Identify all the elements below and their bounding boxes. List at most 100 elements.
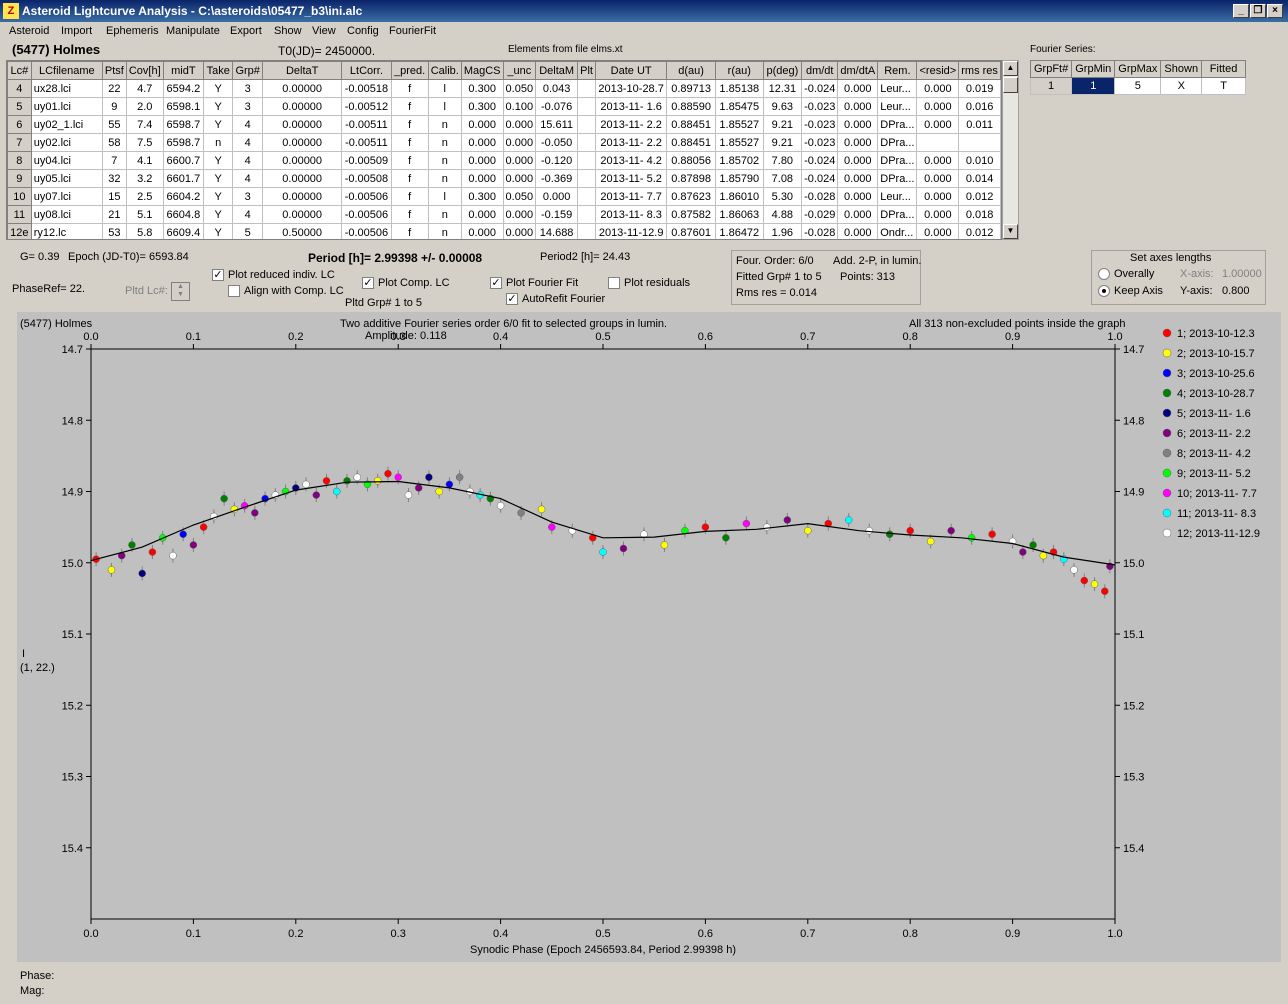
grid-cell[interactable]: 6598.7: [162, 133, 205, 152]
menu-import[interactable]: Import: [61, 25, 92, 37]
menu-config[interactable]: Config: [347, 25, 379, 37]
grid-cell[interactable]: -0.00512: [341, 97, 392, 116]
grid-cell[interactable]: uy05.lci: [30, 169, 103, 188]
grid-cell[interactable]: DPra...: [877, 151, 918, 170]
grid-cell[interactable]: 0.000: [502, 133, 537, 152]
grid-column-header[interactable]: Cov[h]: [125, 61, 164, 80]
grid-cell[interactable]: 0.000: [916, 97, 960, 116]
grid-cell[interactable]: n: [427, 223, 462, 239]
data-point[interactable]: [783, 516, 792, 524]
menu-ephemeris[interactable]: Ephemeris: [106, 25, 159, 37]
grid-cell[interactable]: 15: [101, 187, 127, 206]
y-axis-value[interactable]: 0.800: [1222, 285, 1250, 297]
data-point[interactable]: [804, 526, 812, 535]
grid-cell[interactable]: 5.1: [125, 205, 164, 224]
grid-cell[interactable]: -0.029: [801, 205, 839, 224]
grid-cell[interactable]: -0.00508: [341, 169, 392, 188]
grid-cell[interactable]: n: [427, 115, 462, 134]
data-point[interactable]: [742, 519, 751, 528]
data-point[interactable]: [343, 477, 351, 485]
grid-cell[interactable]: 0.000: [460, 169, 504, 188]
data-point[interactable]: [199, 523, 208, 531]
grid-cell[interactable]: 4.7: [125, 79, 164, 98]
grid-cell[interactable]: 0.000: [837, 187, 879, 206]
plot-residuals-checkbox[interactable]: Plot residuals: [608, 277, 690, 290]
data-point[interactable]: [220, 494, 228, 503]
lightcurve-plot[interactable]: 0.00.00.10.10.20.20.30.30.40.40.50.50.60…: [17, 312, 1281, 962]
grid-cell[interactable]: 0.050: [502, 187, 537, 206]
grid-cell[interactable]: f: [390, 169, 429, 188]
grid-cell[interactable]: -0.159: [535, 205, 579, 224]
grid-cell[interactable]: 1.85527: [714, 133, 764, 152]
grid-cell[interactable]: 2.0: [125, 97, 164, 116]
grid-cell[interactable]: 0.87601: [666, 223, 716, 239]
grid-cell[interactable]: 1.85702: [714, 151, 764, 170]
grid-cell[interactable]: 1.85527: [714, 115, 764, 134]
grid-cell[interactable]: [958, 133, 1001, 152]
grid-cell[interactable]: f: [390, 97, 429, 116]
grid-cell[interactable]: 2013-11- 8.3: [594, 205, 668, 224]
grid-cell[interactable]: 3: [232, 79, 264, 98]
grid-cell[interactable]: 0.87898: [666, 169, 716, 188]
plot-reduced-checkbox[interactable]: ✓ Plot reduced indiv. LC: [212, 269, 335, 282]
grid-cell[interactable]: 6604.2: [162, 187, 205, 206]
table-row[interactable]: 10 uy07.lci 15 2.5 6604.2 Y 3 0.00000 -0.00506 f l…: [7, 187, 1001, 206]
grid-cell[interactable]: uy02_1.lci: [30, 115, 103, 134]
grid-cell[interactable]: 0.000: [837, 97, 879, 116]
grid-cell[interactable]: 32: [101, 169, 127, 188]
grid-cell[interactable]: [577, 205, 596, 224]
fourier-cell-grpmax[interactable]: 5: [1114, 77, 1162, 95]
data-point[interactable]: [1019, 548, 1027, 556]
grid-cell[interactable]: 7: [101, 151, 127, 170]
grid-cell[interactable]: 0.000: [460, 115, 504, 134]
data-point[interactable]: [333, 487, 341, 496]
menu-show[interactable]: Show: [274, 25, 302, 37]
grid-cell[interactable]: 6600.7: [162, 151, 205, 170]
grid-cell[interactable]: -0.00506: [341, 205, 392, 224]
data-point[interactable]: [312, 491, 321, 499]
grid-cell[interactable]: [577, 133, 596, 152]
grid-column-header[interactable]: dm/dt: [801, 61, 839, 80]
grid-cell[interactable]: 0.000: [916, 169, 960, 188]
grid-cell[interactable]: f: [390, 115, 429, 134]
grid-cell[interactable]: 0.000: [916, 205, 960, 224]
grid-cell[interactable]: f: [390, 79, 429, 98]
grid-cell[interactable]: 0.000: [535, 187, 579, 206]
grid-cell[interactable]: 58: [101, 133, 127, 152]
grid-cell[interactable]: 0.88056: [666, 151, 716, 170]
data-point[interactable]: [435, 487, 443, 496]
keep-axis-radio[interactable]: Keep Axis: [1098, 285, 1163, 298]
grid-cell[interactable]: 0.00000: [262, 97, 343, 116]
grid-cell[interactable]: 0.012: [958, 223, 1001, 239]
grid-cell[interactable]: l: [427, 79, 462, 98]
data-point[interactable]: [414, 484, 423, 492]
menu-asteroid[interactable]: Asteroid: [9, 25, 49, 37]
grid-column-header[interactable]: d(au): [666, 61, 716, 80]
grid-cell[interactable]: 7.08: [762, 169, 803, 188]
grid-column-header[interactable]: Ptsf: [101, 61, 127, 80]
grid-cell[interactable]: f: [390, 187, 429, 206]
grid-cell[interactable]: 0.019: [958, 79, 1001, 98]
grid-cell[interactable]: n: [203, 133, 234, 152]
grid-cell[interactable]: 5.30: [762, 187, 803, 206]
data-point[interactable]: [548, 523, 556, 531]
data-point[interactable]: [445, 480, 454, 489]
close-button[interactable]: ×: [1267, 4, 1283, 18]
data-point[interactable]: [1039, 551, 1048, 560]
grid-cell[interactable]: [916, 133, 960, 152]
grid-cell[interactable]: 0.000: [502, 151, 537, 170]
grid-column-header[interactable]: p(deg): [762, 61, 803, 80]
grid-cell[interactable]: ux28.lci: [30, 79, 103, 98]
data-point[interactable]: [517, 509, 525, 517]
grid-column-header[interactable]: rms res: [958, 61, 1001, 80]
grid-cell[interactable]: 4: [232, 151, 264, 170]
data-point[interactable]: [926, 537, 935, 546]
grid-cell[interactable]: 7.5: [125, 133, 164, 152]
grid-cell[interactable]: 0.014: [958, 169, 1001, 188]
overally-radio[interactable]: Overally: [1098, 268, 1154, 281]
grid-cell[interactable]: 0.87623: [666, 187, 716, 206]
grid-cell[interactable]: Y: [203, 187, 234, 206]
grid-cell[interactable]: Y: [203, 79, 234, 98]
grid-cell[interactable]: 4.1: [125, 151, 164, 170]
grid-cell[interactable]: 9: [7, 169, 32, 188]
